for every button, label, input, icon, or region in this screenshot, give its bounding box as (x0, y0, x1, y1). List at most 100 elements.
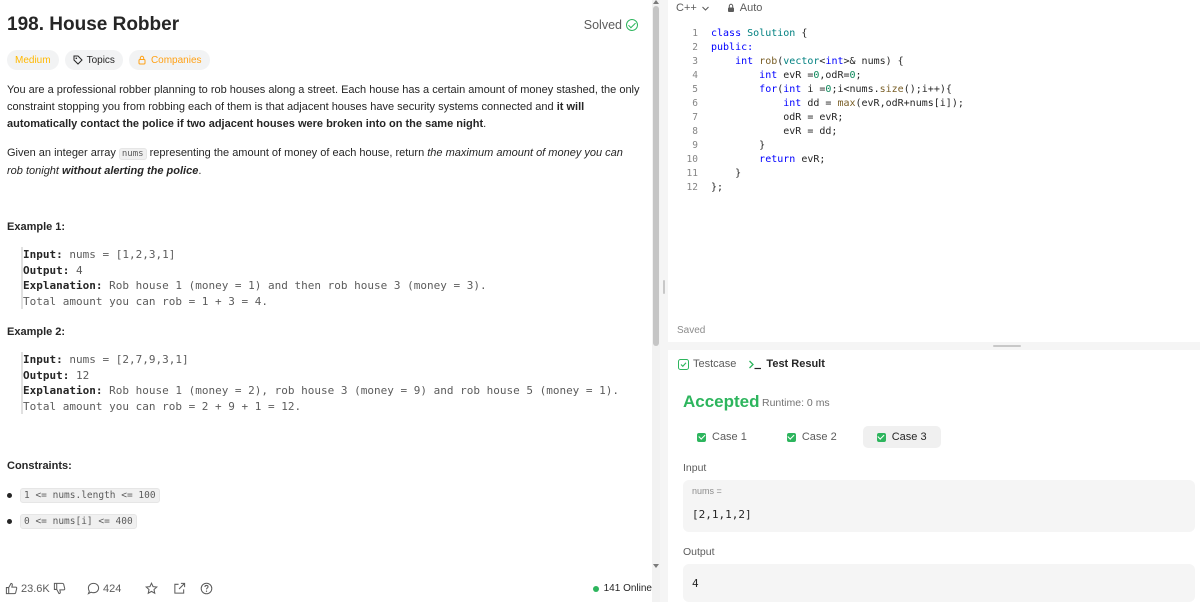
runtime-label: Runtime: 0 ms (762, 397, 830, 409)
line-number: 11 (686, 168, 698, 179)
companies-label: Companies (150, 54, 202, 66)
code-line[interactable]: 1 class Solution { (668, 28, 807, 43)
check-icon (786, 432, 796, 442)
drag-grip-icon (993, 345, 1021, 347)
example-2-title: Example 2: (7, 326, 66, 338)
ex2-expl2: Total amount you can rob = 2 + 9 + 1 = 1… (23, 399, 302, 413)
scroll-down-arrow-icon[interactable] (653, 564, 659, 568)
case-label: Case 3 (891, 431, 927, 443)
problem-title[interactable]: 198. House Robber (7, 14, 179, 36)
output-label: Output (683, 546, 715, 558)
desc1-text-b: constraint stopping you from robbing eac… (7, 101, 557, 113)
ex2-input-label: Input: (23, 353, 63, 366)
problem-panel: 198. House Robber Solved Medium Topics C… (0, 0, 652, 602)
lock-icon (138, 55, 146, 65)
tab-testcase[interactable]: Testcase (678, 358, 736, 370)
code-line[interactable]: 2 public: (668, 42, 753, 57)
line-number: 9 (692, 140, 698, 151)
share-icon (174, 582, 186, 594)
check-icon (697, 432, 706, 442)
ex2-expl: Rob house 1 (money = 2), rob house 3 (mo… (102, 384, 620, 397)
thumbs-down-icon (53, 582, 66, 595)
ex1-input: nums = [1,2,3,1] (62, 248, 176, 261)
horizontal-resize-handle[interactable] (668, 342, 1200, 350)
auto-label: Auto (739, 2, 763, 14)
code-line[interactable]: 10 return evR; (668, 154, 826, 169)
bullet-dot (7, 519, 12, 524)
topics-label: Topics (86, 54, 115, 66)
code-line[interactable]: 7 odR = evR; (668, 112, 843, 127)
auto-mode-toggle[interactable]: Auto (726, 2, 763, 14)
code-line[interactable]: 11 } (668, 168, 742, 183)
comment-count: 424 (103, 582, 122, 595)
thumbs-up-icon (5, 582, 18, 595)
input-box: nums = [2,1,1,2] (683, 480, 1195, 532)
favorite-button[interactable] (145, 582, 158, 595)
ex2-output: 12 (69, 368, 90, 382)
scroll-up-arrow-icon[interactable] (653, 0, 659, 4)
desc2-bold: without alerting the police (62, 165, 199, 177)
scrollbar-thumb[interactable] (653, 6, 659, 346)
code-line[interactable]: 4 int evR =0,odR=0; (668, 70, 862, 85)
constraints-title: Constraints: (7, 460, 72, 472)
language-selector[interactable]: C++ (676, 2, 710, 14)
input-var-name: nums = (692, 486, 722, 496)
code-line[interactable]: 8 evR = dd; (668, 126, 837, 141)
like-count: 23.6K (21, 582, 50, 595)
case-label: Case 1 (712, 431, 747, 443)
dislike-button[interactable] (53, 582, 66, 595)
like-button[interactable]: 23.6K (5, 582, 50, 595)
line-number: 1 (692, 28, 698, 39)
desc1-end: . (483, 118, 487, 130)
verdict-label: Accepted (683, 392, 760, 411)
example-2-block: Input: nums = [2,7,9,3,1] Output: 12 Exp… (21, 352, 619, 414)
companies-tag[interactable]: Companies (128, 50, 210, 70)
tab-test-result[interactable]: Test Result (748, 358, 825, 370)
code-line[interactable]: 5 for(int i =0;i<nums.size();i++){ (668, 84, 952, 99)
line-number: 8 (692, 126, 698, 137)
constraint-code: 1 <= nums.length <= 100 (20, 488, 160, 503)
difficulty-tag[interactable]: Medium (7, 50, 59, 70)
question-icon (200, 582, 213, 595)
comment-icon (87, 582, 100, 595)
help-button[interactable] (200, 582, 213, 595)
code-line[interactable]: 6 int dd = max(evR,odR+nums[i]); (668, 98, 964, 113)
code-text: int dd = max(evR,odR+nums[i]); (783, 98, 964, 109)
output-box: 4 (683, 564, 1195, 602)
tag-icon (73, 55, 83, 65)
case-tab-2[interactable]: Case 2 (773, 426, 851, 448)
star-icon (145, 582, 158, 595)
code-text: int rob(vector<int>& nums) { (735, 56, 904, 67)
code-text: } (711, 168, 742, 179)
constraint-item: 0 <= nums[i] <= 400 (7, 514, 137, 529)
line-number: 7 (692, 112, 698, 123)
topics-tag[interactable]: Topics (64, 50, 123, 70)
vertical-resize-handle[interactable] (660, 0, 668, 602)
case-tab-3[interactable]: Case 3 (862, 426, 941, 448)
inline-code-nums: nums (118, 148, 147, 160)
example-1-title: Example 1: (7, 221, 66, 233)
desc1-bold-c: automatically contact the police if two … (7, 118, 484, 130)
desc1-bold: it will (556, 101, 585, 113)
code-line[interactable]: 12}; (668, 182, 724, 197)
chevron-down-icon (701, 6, 709, 11)
code-text: for(int i =0;i<nums.size();i++){ (759, 84, 952, 95)
code-text: int evR =0,odR=0; (759, 70, 862, 81)
check-icon (876, 432, 886, 442)
code-editor[interactable]: C++ Auto 1 class Solution { 2 public: 3 in… (668, 0, 1200, 342)
code-text: }; (711, 182, 724, 193)
comments-button[interactable]: 424 (87, 582, 121, 595)
solved-check-icon (626, 19, 638, 31)
online-dot (592, 585, 599, 592)
code-line[interactable]: 3 int rob(vector<int>& nums) { (668, 56, 904, 71)
online-count: 141 Online (603, 583, 652, 594)
code-text: evR = dd; (711, 126, 838, 137)
saved-status: Saved (677, 325, 706, 336)
left-scrollbar[interactable] (652, 0, 660, 602)
code-line[interactable]: 9 } (668, 140, 765, 155)
share-button[interactable] (173, 582, 186, 595)
line-number: 6 (692, 98, 698, 109)
case-tab-1[interactable]: Case 1 (683, 426, 761, 448)
description-paragraph-1: You are a professional robber planning t… (7, 82, 643, 133)
code-text: return evR; (759, 154, 826, 165)
